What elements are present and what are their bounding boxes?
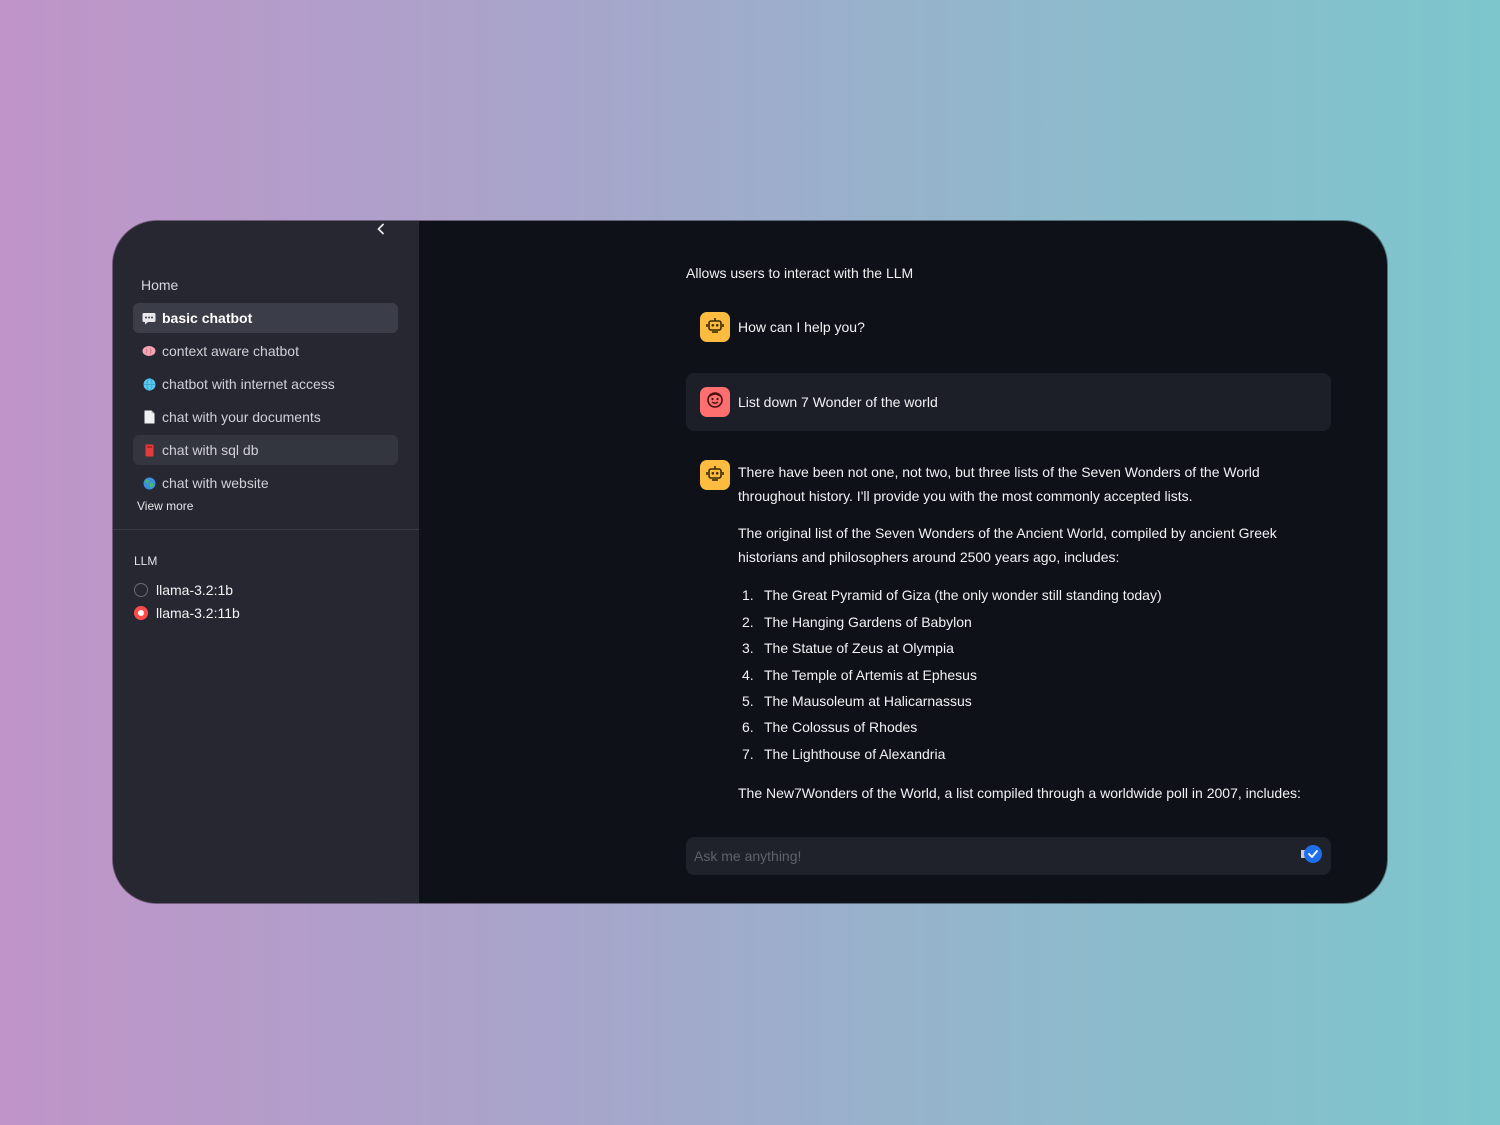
list-item: 6. The Colossus of Rhodes (738, 715, 1317, 741)
list-item: 3. The Statue of Zeus at Olympia (738, 636, 1317, 662)
list-item: 4. The Temple of Artemis at Ephesus (738, 662, 1317, 688)
sidebar-item-label: chat with website (162, 475, 269, 491)
list-text: The Lighthouse of Alexandria (764, 745, 946, 762)
sidebar-item-chat-with-your-documents[interactable]: chat with your documents (133, 402, 398, 432)
message-text: How can I help you? (738, 319, 865, 335)
app-window: Home basic chatbot context aware chatbot… (113, 221, 1387, 903)
sidebar-divider (113, 529, 419, 530)
message-body: There have been not one, not two, but th… (738, 460, 1317, 819)
list-item: 7. The Lighthouse of Alexandria (738, 741, 1317, 767)
list-number: 6. (742, 719, 754, 736)
radio-button-selected[interactable] (134, 605, 148, 620)
user-message: List down 7 Wonder of the world (686, 373, 1331, 431)
sidebar-item-home[interactable]: Home (133, 273, 398, 297)
list-text: The Great Pyramid of Giza (the only wond… (764, 587, 1162, 604)
list-number: 5. (742, 693, 754, 709)
list-number: 2. (742, 613, 754, 630)
list-number: 1. (742, 587, 754, 604)
send-button[interactable] (1301, 843, 1323, 870)
llm-option-label: llama-3.2:1b (156, 581, 234, 598)
chat-input[interactable] (694, 848, 1301, 864)
list-text: The Mausoleum at Halicarnassus (764, 693, 972, 709)
llm-option-label: llama-3.2:11b (156, 604, 240, 621)
sidebar-item-chat-with-sql-db[interactable]: chat with sql db (133, 435, 398, 465)
database-icon (142, 443, 156, 457)
main-content: Allows users to interact with the LLM Ho… (419, 221, 1387, 903)
globe-icon (142, 377, 156, 391)
document-icon (142, 410, 156, 424)
collapse-sidebar-button[interactable] (371, 221, 391, 241)
sidebar-item-label: chat with your documents (162, 409, 321, 425)
sidebar-item-label: chat with sql db (162, 442, 259, 458)
list-item: 5. The Mausoleum at Halicarnassus (738, 689, 1317, 715)
sidebar-nav: Home basic chatbot context aware chatbot… (133, 273, 398, 513)
radio-button[interactable] (134, 582, 148, 597)
robot-icon (706, 465, 724, 486)
sidebar-item-chatbot-with-internet-access[interactable]: chatbot with internet access (133, 369, 398, 399)
list-item: 1. The Great Pyramid of Giza (the only wo… (738, 583, 1317, 609)
speech-bubble-icon (142, 311, 156, 325)
send-check-icon (1301, 843, 1323, 870)
reply-intro: There have been not one, not two, but th… (738, 464, 1260, 504)
chevron-left-icon (375, 222, 387, 240)
bot-avatar (700, 312, 730, 342)
sidebar: Home basic chatbot context aware chatbot… (113, 221, 419, 903)
ancient-wonders-list: 1. The Great Pyramid of Giza (the only wo… (738, 583, 1317, 768)
sidebar-item-label: basic chatbot (162, 310, 253, 326)
bot-avatar (700, 460, 730, 490)
list-text: The Hanging Gardens of Babylon (764, 613, 972, 630)
message-text: List down 7 Wonder of the world (738, 394, 938, 410)
list-item: 2. The Hanging Gardens of Babylon (738, 609, 1317, 635)
list-number: 4. (742, 666, 754, 683)
list-text: The Colossus of Rhodes (764, 719, 918, 736)
reply-new7-intro: The New7Wonders of the World, a list com… (738, 784, 1301, 801)
llm-label: LLM (134, 554, 158, 568)
sidebar-item-label: chatbot with internet access (162, 376, 335, 392)
sidebar-item-label: context aware chatbot (162, 343, 299, 359)
list-text: The Statue of Zeus at Olympia (764, 640, 954, 657)
sidebar-item-basic-chatbot[interactable]: basic chatbot (133, 303, 398, 333)
list-number: 7. (742, 745, 754, 762)
reply-ancient-intro: The original list of the Seven Wonders o… (738, 525, 1277, 565)
page-caption: Allows users to interact with the LLM (686, 265, 914, 281)
view-more-link[interactable]: View more (133, 499, 398, 513)
earth-icon (142, 476, 156, 490)
list-text: The Temple of Artemis at Ephesus (764, 666, 977, 683)
smiley-face-icon (706, 391, 724, 414)
assistant-message-reply: There have been not one, not two, but th… (686, 460, 1331, 819)
chat-input-bar (686, 837, 1331, 875)
list-number: 3. (742, 640, 754, 657)
llm-option-llama-3-2-1b[interactable]: llama-3.2:1b (134, 578, 240, 601)
llm-selector: LLM llama-3.2:1b llama-3.2:11b (134, 554, 240, 624)
llm-option-llama-3-2-11b[interactable]: llama-3.2:11b (134, 601, 240, 624)
brain-icon (142, 344, 156, 358)
robot-icon (706, 317, 724, 338)
assistant-message-greeting: How can I help you? (686, 312, 1331, 342)
sidebar-item-chat-with-website[interactable]: chat with website (133, 468, 398, 498)
sidebar-item-context-aware-chatbot[interactable]: context aware chatbot (133, 336, 398, 366)
user-avatar (700, 387, 730, 417)
